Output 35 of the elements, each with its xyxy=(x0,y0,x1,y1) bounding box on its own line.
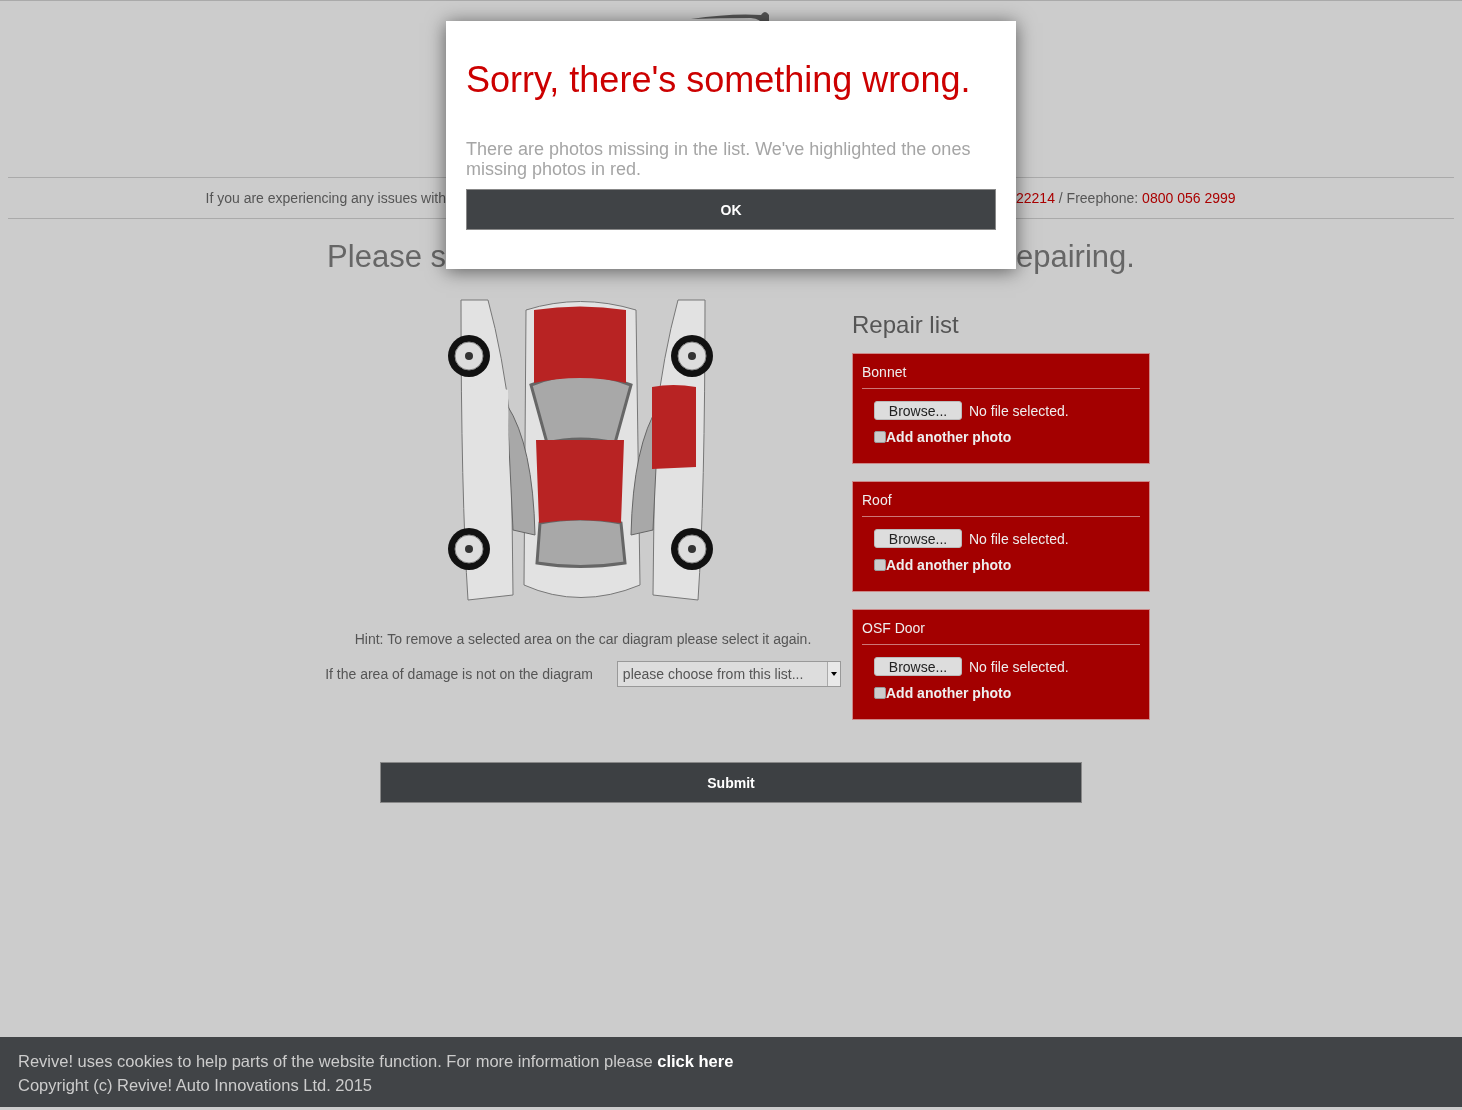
hint-text: Hint: To remove a selected area on the car diagram please select it again. xyxy=(354,631,812,647)
field-label: If the area of damage is not on the diagram xyxy=(325,666,593,682)
browse-button[interactable]: Browse... xyxy=(874,401,962,420)
cookie-message: Revive! uses cookies to help parts of the website function. For more information please click here xyxy=(18,1051,735,1072)
repair-list-title: Repair list xyxy=(852,311,960,339)
bonnet-area[interactable] xyxy=(534,306,626,383)
dialog-title: Sorry, there's something wrong. xyxy=(466,59,972,101)
file-status: No file selected. xyxy=(969,658,1069,675)
phone-link[interactable]: 22214 xyxy=(1016,190,1055,206)
contact-text: 22214 / Freephone: 0800 056 2999 xyxy=(1016,190,1236,206)
submit-button[interactable]: Submit xyxy=(380,762,1082,803)
contact-text: If you are experiencing any issues with xyxy=(205,190,446,206)
area-select[interactable]: please choose from this list... xyxy=(616,661,841,687)
roof-area[interactable] xyxy=(536,440,624,523)
checkbox[interactable] xyxy=(874,559,886,571)
caret-icon xyxy=(826,662,840,686)
checkbox-label: Add another photo xyxy=(886,685,1012,701)
checkbox[interactable] xyxy=(874,687,886,699)
browse-button[interactable]: Browse... xyxy=(874,657,962,676)
browse-button[interactable]: Browse... xyxy=(874,529,962,548)
checkbox-label: Add another photo xyxy=(886,429,1012,445)
file-status: No file selected. xyxy=(969,402,1069,419)
repair-item-title: Bonnet xyxy=(862,364,1140,389)
page-heading: Please s xyxy=(327,239,446,275)
checkbox[interactable] xyxy=(874,431,886,443)
page-heading: epairing. xyxy=(1016,239,1135,275)
checkbox-label: Add another photo xyxy=(886,557,1012,573)
repair-item-title: Roof xyxy=(862,492,1140,517)
ok-button[interactable]: OK xyxy=(466,189,996,230)
file-status: No file selected. xyxy=(969,530,1069,547)
copyright-text: Copyright (c) Revive! Auto Innovations Ltd. 2015 xyxy=(18,1075,374,1096)
info-link[interactable]: click here xyxy=(657,1052,734,1070)
phone-link[interactable]: 0800 056 2999 xyxy=(1142,190,1236,206)
dialog-message: There are photos missing in the list. We've highlighted the ones missing photos in red. xyxy=(466,139,972,179)
repair-item-title: OSF Door xyxy=(862,620,1140,645)
